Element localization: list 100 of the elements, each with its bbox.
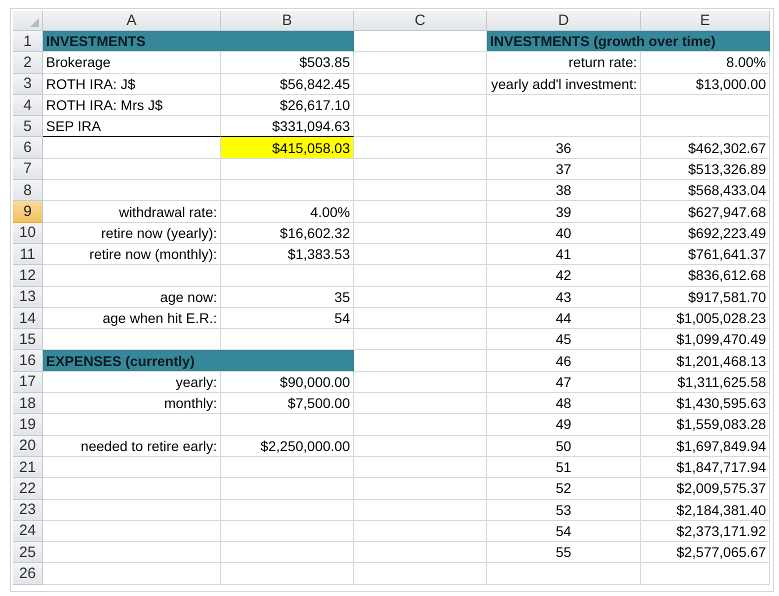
table-cell: 42 bbox=[487, 265, 641, 287]
table-cell: INVESTMENTS bbox=[43, 31, 354, 52]
table-cell: 44 bbox=[487, 308, 641, 330]
table-cell: Brokerage bbox=[43, 52, 221, 74]
table-cell: 37 bbox=[487, 158, 641, 180]
table-cell: $568,433.04 bbox=[641, 180, 770, 202]
table-cell: $13,000.00 bbox=[641, 74, 770, 95]
table-cell: $917,581.70 bbox=[641, 286, 770, 308]
column-header[interactable]: C bbox=[354, 11, 487, 31]
table-cell: $415,058.03 bbox=[221, 137, 354, 159]
table-cell: 53 bbox=[487, 500, 641, 521]
table-cell: $2,577,065.67 bbox=[641, 542, 770, 564]
table-cell: $692,223.49 bbox=[641, 222, 770, 244]
row-header[interactable]: 7 bbox=[13, 158, 43, 180]
row-header[interactable]: 1 bbox=[13, 31, 43, 52]
row-header[interactable]: 14 bbox=[13, 308, 43, 330]
table-cell: withdrawal rate: bbox=[43, 201, 221, 223]
row-header[interactable]: 26 bbox=[13, 563, 43, 585]
table-cell: age now: bbox=[43, 286, 221, 308]
select-all-button[interactable] bbox=[13, 11, 43, 31]
table-cell: INVESTMENTS (growth over time) bbox=[487, 31, 770, 52]
table-cell: $26,617.10 bbox=[221, 94, 354, 116]
table-cell: $16,602.32 bbox=[221, 222, 354, 244]
row-header[interactable]: 11 bbox=[13, 244, 43, 266]
row-header[interactable]: 8 bbox=[13, 180, 43, 202]
table-cell: yearly add'l investment: bbox=[487, 74, 641, 95]
row-header[interactable]: 2 bbox=[13, 52, 43, 74]
column-header[interactable]: A bbox=[43, 11, 221, 31]
table-cell: $761,641.37 bbox=[641, 244, 770, 266]
table-cell: 8.00% bbox=[641, 52, 770, 74]
table-cell: 54 bbox=[487, 520, 641, 542]
row-header[interactable]: 5 bbox=[13, 116, 43, 138]
table-cell: 49 bbox=[487, 414, 641, 436]
table-cell: 40 bbox=[487, 222, 641, 244]
row-header[interactable]: 12 bbox=[13, 265, 43, 287]
table-cell: ROTH IRA: J$ bbox=[43, 74, 221, 95]
row-header[interactable]: 23 bbox=[13, 500, 43, 521]
table-cell: $1,201,468.13 bbox=[641, 350, 770, 372]
row-header[interactable]: 10 bbox=[13, 222, 43, 244]
table-cell: $7,500.00 bbox=[221, 393, 354, 414]
table-cell: return rate: bbox=[487, 52, 641, 74]
table-cell: 41 bbox=[487, 244, 641, 266]
table-cell: 35 bbox=[221, 286, 354, 308]
row-header[interactable]: 25 bbox=[13, 542, 43, 564]
table-cell: retire now (monthly): bbox=[43, 244, 221, 266]
row-header[interactable]: 16 bbox=[13, 350, 43, 372]
table-cell: $1,559,083.28 bbox=[641, 414, 770, 436]
row-header[interactable]: 3 bbox=[13, 74, 43, 95]
table-cell: $836,612.68 bbox=[641, 265, 770, 287]
column-header[interactable]: D bbox=[487, 11, 641, 31]
table-cell: $1,099,470.49 bbox=[641, 329, 770, 350]
table-cell: EXPENSES (currently) bbox=[43, 350, 354, 372]
table-cell: 48 bbox=[487, 393, 641, 414]
table-cell: 38 bbox=[487, 180, 641, 202]
table-cell: ROTH IRA: Mrs J$ bbox=[43, 94, 221, 116]
table-cell: 50 bbox=[487, 436, 641, 457]
table-cell: $1,847,717.94 bbox=[641, 456, 770, 478]
table-cell: $1,005,028.23 bbox=[641, 308, 770, 330]
table-cell: 55 bbox=[487, 542, 641, 564]
table-cell: $2,250,000.00 bbox=[221, 436, 354, 457]
table-cell: $2,009,575.37 bbox=[641, 478, 770, 500]
table-cell: monthly: bbox=[43, 393, 221, 414]
column-header[interactable]: B bbox=[221, 11, 354, 31]
table-cell: 45 bbox=[487, 329, 641, 350]
row-header[interactable]: 18 bbox=[13, 393, 43, 414]
table-cell: $56,842.45 bbox=[221, 74, 354, 95]
row-header[interactable]: 6 bbox=[13, 137, 43, 159]
column-header[interactable]: E bbox=[641, 11, 770, 31]
row-header[interactable]: 19 bbox=[13, 414, 43, 436]
table-cell: $2,184,381.40 bbox=[641, 500, 770, 521]
table-cell: $1,383.53 bbox=[221, 244, 354, 266]
table-cell: 46 bbox=[487, 350, 641, 372]
table-cell: 36 bbox=[487, 137, 641, 159]
row-header[interactable]: 22 bbox=[13, 478, 43, 500]
table-cell: retire now (yearly): bbox=[43, 222, 221, 244]
row-header[interactable]: 4 bbox=[13, 94, 43, 116]
table-cell: 47 bbox=[487, 372, 641, 394]
table-cell: $2,373,171.92 bbox=[641, 520, 770, 542]
row-header[interactable]: 21 bbox=[13, 456, 43, 478]
row-header[interactable]: 15 bbox=[13, 329, 43, 350]
table-cell: 4.00% bbox=[221, 201, 354, 223]
table-cell: needed to retire early: bbox=[43, 436, 221, 457]
table-cell: $1,311,625.58 bbox=[641, 372, 770, 394]
table-cell: 51 bbox=[487, 456, 641, 478]
table-cell: yearly: bbox=[43, 372, 221, 394]
table-cell: $627,947.68 bbox=[641, 201, 770, 223]
row-header[interactable]: 9 bbox=[13, 201, 43, 223]
table-cell: $1,430,595.63 bbox=[641, 393, 770, 414]
row-header[interactable]: 24 bbox=[13, 520, 43, 542]
row-header[interactable]: 17 bbox=[13, 372, 43, 394]
table-cell: $1,697,849.94 bbox=[641, 436, 770, 457]
table-cell: 43 bbox=[487, 286, 641, 308]
row-header[interactable]: 13 bbox=[13, 286, 43, 308]
table-cell: SEP IRA bbox=[43, 116, 221, 138]
select-all-icon bbox=[30, 18, 39, 27]
table-cell: 54 bbox=[221, 308, 354, 330]
row-header[interactable]: 20 bbox=[13, 436, 43, 457]
table-cell: age when hit E.R.: bbox=[43, 308, 221, 330]
table-cell: 52 bbox=[487, 478, 641, 500]
table-cell: $503.85 bbox=[221, 52, 354, 74]
